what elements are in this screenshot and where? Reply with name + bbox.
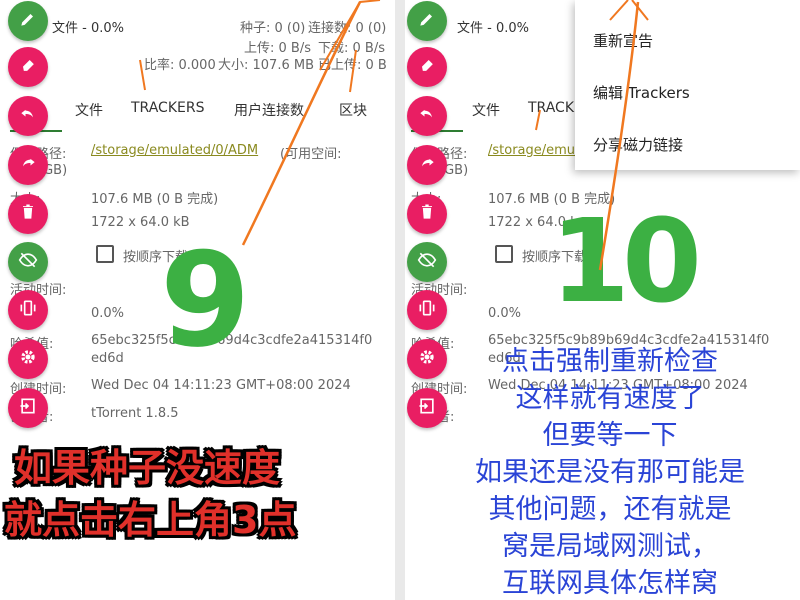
arrow-left-tick: [349, 49, 357, 93]
annotation-arrows: [139, 0, 649, 271]
arrow-right-mark: [535, 109, 541, 131]
arrow-right-head: [609, 0, 649, 21]
arrow-left-head: [319, 0, 381, 71]
arrow-right-main: [598, 1, 640, 271]
arrow-left-mark: [139, 59, 146, 91]
arrow-left-main: [241, 1, 362, 246]
